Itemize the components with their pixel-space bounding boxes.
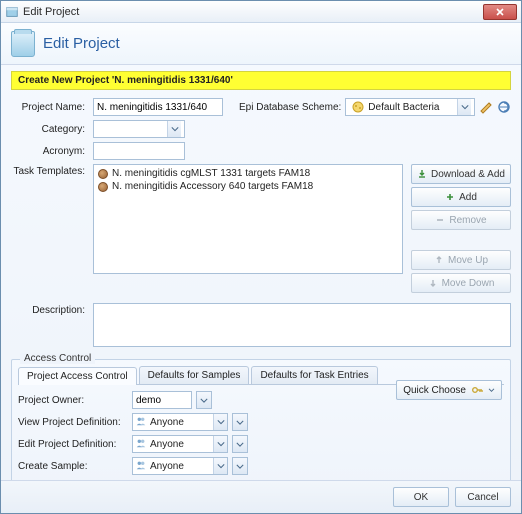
- plus-icon: [445, 192, 455, 202]
- row-acronym: Acronym:: [11, 142, 511, 160]
- remove-button[interactable]: Remove: [411, 210, 511, 230]
- chevron-down-icon: [213, 436, 227, 452]
- scheme-icon: [351, 100, 365, 114]
- task-templates-list[interactable]: N. meningitidis cgMLST 1331 targets FAM1…: [93, 164, 403, 274]
- edit-scheme-icon[interactable]: [479, 100, 493, 114]
- dialog-header: Edit Project: [1, 23, 521, 65]
- create-sample-select[interactable]: Anyone: [132, 457, 228, 475]
- dialog-content: Create New Project 'N. meningitidis 1331…: [1, 65, 521, 480]
- dialog-title: Edit Project: [43, 35, 120, 52]
- row-task-templates: Task Templates: N. meningitidis cgMLST 1…: [11, 164, 511, 299]
- download-add-button[interactable]: Download & Add: [411, 164, 511, 184]
- chevron-down-icon: [457, 99, 471, 115]
- download-icon: [417, 169, 427, 179]
- epi-scheme-value: Default Bacteria: [368, 102, 439, 113]
- label-owner: Project Owner:: [18, 395, 128, 406]
- row-category: Category:: [11, 120, 511, 138]
- key-icon: [470, 383, 484, 397]
- quick-choose-button[interactable]: Quick Choose: [396, 380, 502, 400]
- view-def-value: Anyone: [150, 417, 184, 428]
- create-sample-extra[interactable]: [232, 457, 248, 475]
- move-down-button[interactable]: Move Down: [411, 273, 511, 293]
- edit-def-select[interactable]: Anyone: [132, 435, 228, 453]
- row-edit-def: Edit Project Definition: Anyone: [18, 435, 504, 453]
- ok-button[interactable]: OK: [393, 487, 449, 507]
- list-item[interactable]: N. meningitidis cgMLST 1331 targets FAM1…: [96, 167, 400, 180]
- owner-dropdown[interactable]: [196, 391, 212, 409]
- people-icon: [135, 459, 147, 474]
- tab-defaults-tasks[interactable]: Defaults for Task Entries: [251, 366, 377, 384]
- app-icon: [5, 5, 19, 19]
- category-combo[interactable]: [93, 120, 185, 138]
- template-buttons: Download & Add Add Remove Move Up: [411, 164, 511, 293]
- label-create-sample: Create Sample:: [18, 461, 128, 472]
- project-name-input[interactable]: [93, 98, 223, 116]
- label-edit-def: Edit Project Definition:: [18, 439, 128, 450]
- description-textarea[interactable]: [93, 303, 511, 347]
- label-description: Description:: [11, 303, 89, 316]
- chevron-down-icon: [488, 388, 495, 393]
- move-up-button[interactable]: Move Up: [411, 250, 511, 270]
- row-view-def: View Project Definition: Anyone: [18, 413, 504, 431]
- close-button[interactable]: [483, 4, 517, 20]
- template-label: N. meningitidis Accessory 640 targets FA…: [112, 181, 313, 192]
- label-task-templates: Task Templates:: [11, 164, 89, 177]
- people-icon: [135, 437, 147, 452]
- label-acronym: Acronym:: [11, 146, 89, 157]
- tab-project-access[interactable]: Project Access Control: [18, 367, 137, 385]
- access-control-legend: Access Control: [20, 353, 95, 364]
- create-sample-value: Anyone: [150, 461, 184, 472]
- template-label: N. meningitidis cgMLST 1331 targets FAM1…: [112, 168, 310, 179]
- label-project-name: Project Name:: [11, 102, 89, 113]
- arrow-down-icon: [428, 278, 438, 288]
- window-title: Edit Project: [23, 6, 483, 18]
- dialog-footer: OK Cancel: [1, 480, 521, 513]
- edit-def-extra[interactable]: [232, 435, 248, 453]
- row-description: Description:: [11, 303, 511, 347]
- row-create-sample: Create Sample: Anyone: [18, 457, 504, 475]
- chevron-down-icon: [213, 414, 227, 430]
- label-category: Category:: [11, 124, 89, 135]
- cancel-button[interactable]: Cancel: [455, 487, 511, 507]
- arrow-up-icon: [434, 255, 444, 265]
- add-button[interactable]: Add: [411, 187, 511, 207]
- epi-scheme-select[interactable]: Default Bacteria: [345, 98, 475, 116]
- owner-field: [132, 391, 192, 409]
- people-icon: [135, 415, 147, 430]
- banner-text: Create New Project 'N. meningitidis 1331…: [18, 75, 233, 86]
- project-icon: [11, 31, 35, 57]
- view-def-select[interactable]: Anyone: [132, 413, 228, 431]
- titlebar: Edit Project: [1, 1, 521, 23]
- access-control-fieldset: Access Control Project Access Control De…: [11, 359, 511, 480]
- view-def-extra[interactable]: [232, 413, 248, 431]
- row-project-scheme: Project Name: Epi Database Scheme: Defau…: [11, 98, 511, 116]
- minus-icon: [435, 215, 445, 225]
- tab-defaults-samples[interactable]: Defaults for Samples: [139, 366, 250, 384]
- template-icon: [98, 169, 108, 179]
- template-icon: [98, 182, 108, 192]
- chevron-down-icon: [213, 458, 227, 474]
- edit-project-dialog: Edit Project Edit Project Create New Pro…: [0, 0, 522, 514]
- browse-scheme-icon[interactable]: [497, 100, 511, 114]
- acronym-input[interactable]: [93, 142, 185, 160]
- chevron-down-icon: [167, 121, 181, 137]
- label-epi-scheme: Epi Database Scheme:: [239, 102, 341, 113]
- edit-def-value: Anyone: [150, 439, 184, 450]
- list-item[interactable]: N. meningitidis Accessory 640 targets FA…: [96, 180, 400, 193]
- label-view-def: View Project Definition:: [18, 417, 128, 428]
- create-banner: Create New Project 'N. meningitidis 1331…: [11, 71, 511, 90]
